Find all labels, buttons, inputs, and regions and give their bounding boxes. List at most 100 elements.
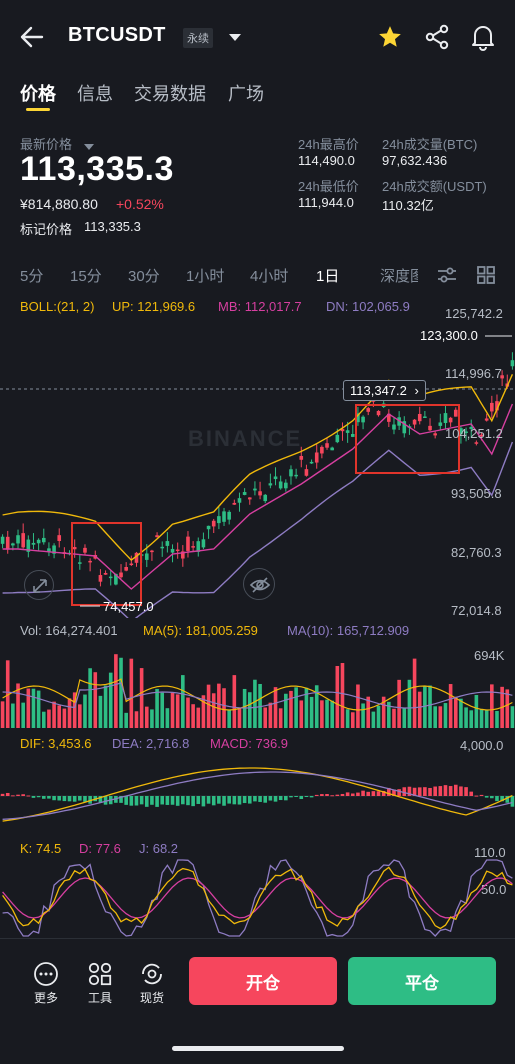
current-price-tag[interactable]: 113,347.2 ›: [343, 380, 426, 401]
volume-bar: [453, 696, 458, 728]
candle-body: [258, 491, 262, 496]
volume-bar: [294, 687, 298, 728]
tab-trading-data[interactable]: 交易数据: [134, 80, 206, 106]
price-axis-label: 125,742.2: [445, 306, 503, 321]
watermark: BINANCE: [188, 426, 302, 451]
star-icon[interactable]: [377, 24, 403, 50]
interval-1h[interactable]: 1小时: [186, 265, 224, 286]
macd-histogram-bar: [371, 791, 376, 796]
tab-info[interactable]: 信息: [77, 80, 113, 106]
candle-body: [72, 547, 77, 550]
volume-bar: [263, 707, 268, 728]
back-icon[interactable]: [18, 24, 46, 50]
macd-histogram-bar: [186, 796, 190, 806]
interval-1d[interactable]: 1日: [316, 265, 339, 286]
candle-body: [0, 536, 5, 544]
volume-bar: [371, 711, 376, 728]
macd-histogram-bar: [448, 786, 453, 796]
candle-body: [88, 560, 92, 563]
macd-histogram-bar: [155, 796, 159, 807]
macd-histogram-bar: [175, 796, 180, 806]
price-axis-label: 72,014.8: [451, 603, 502, 618]
close-position-button[interactable]: 平仓: [348, 957, 496, 1005]
volume-bar: [299, 700, 304, 728]
candle-body: [299, 455, 304, 460]
macd-histogram-bar: [181, 796, 185, 805]
volume-bar: [227, 709, 231, 728]
candle-body: [206, 525, 211, 530]
volume-bar: [119, 657, 123, 728]
spot-button[interactable]: 现货: [134, 961, 170, 1005]
volume-bar: [320, 700, 324, 728]
volume-bar: [345, 709, 350, 728]
volume-bar: [392, 708, 396, 728]
tab-price[interactable]: 价格: [20, 80, 56, 106]
macd-histogram-bar: [314, 794, 319, 796]
macd-histogram-bar: [134, 796, 139, 806]
volume-chart[interactable]: [0, 640, 515, 730]
interval-15m[interactable]: 15分: [70, 265, 102, 286]
volume-bar: [150, 709, 154, 728]
macd-histogram-bar: [350, 793, 355, 796]
candle-body: [129, 563, 134, 566]
macd-chart[interactable]: [0, 752, 515, 832]
candle-body: [222, 511, 226, 522]
macd-histogram-bar: [294, 796, 298, 797]
volume-bar: [191, 704, 195, 728]
macd-histogram-bar: [47, 796, 51, 799]
interval-4h[interactable]: 4小时: [250, 265, 288, 286]
volume-bar: [78, 704, 82, 728]
macd-histogram-bar: [253, 796, 257, 802]
candle-body: [453, 409, 458, 417]
fullscreen-icon[interactable]: [24, 570, 54, 600]
volume-bar: [217, 683, 221, 728]
macd-histogram-bar: [469, 791, 474, 796]
more-button[interactable]: 更多: [28, 961, 64, 1005]
macd-histogram-bar: [263, 796, 268, 803]
symbol-dropdown-icon[interactable]: [228, 30, 242, 42]
volume-bar: [52, 701, 56, 728]
macd-histogram-bar: [83, 796, 87, 802]
symbol-title[interactable]: BTCUSDT: [68, 24, 166, 47]
volume-bar: [98, 695, 103, 728]
macd-histogram-bar: [273, 796, 278, 802]
volume-bar: [340, 663, 345, 728]
candle-body: [284, 482, 288, 489]
interval-depth[interactable]: 深度图: [380, 265, 418, 286]
candle-body: [150, 550, 154, 553]
indicator-settings-icon[interactable]: [436, 265, 458, 285]
macd-histogram-bar: [160, 796, 165, 805]
share-icon[interactable]: [424, 24, 450, 50]
candle-body: [412, 419, 417, 425]
layout-grid-icon[interactable]: [476, 265, 496, 285]
candle-body: [484, 418, 489, 421]
macd-histogram-bar: [211, 796, 216, 806]
kdj-chart[interactable]: [0, 858, 515, 938]
interval-30m[interactable]: 30分: [128, 265, 160, 286]
interval-5m[interactable]: 5分: [20, 265, 43, 286]
kdj-j-line: [2, 859, 513, 937]
candle-body: [41, 537, 46, 543]
candle-body: [268, 483, 273, 486]
volume-bar: [459, 698, 463, 728]
volume-bar: [62, 708, 67, 728]
candle-body: [170, 548, 175, 553]
candle-body: [232, 502, 237, 505]
volume-bar: [103, 685, 108, 728]
macd-histogram-bar: [222, 796, 226, 806]
candle-body: [217, 516, 221, 524]
last-price-dropdown-icon[interactable]: [84, 138, 94, 150]
hide-eye-icon[interactable]: [243, 568, 275, 600]
bell-icon[interactable]: [470, 23, 496, 51]
macd-histogram-bar: [376, 791, 381, 796]
volume-bar: [114, 654, 118, 728]
tools-button[interactable]: 工具: [82, 961, 118, 1005]
candle-body: [320, 446, 324, 454]
tab-square[interactable]: 广场: [228, 80, 264, 106]
candle-body: [57, 535, 62, 541]
macd-histogram-bar: [397, 789, 401, 796]
volume-bar: [237, 707, 242, 728]
kdj-k: K: 74.5: [20, 841, 62, 856]
open-position-button[interactable]: 开仓: [189, 957, 337, 1005]
candle-body: [227, 511, 231, 520]
